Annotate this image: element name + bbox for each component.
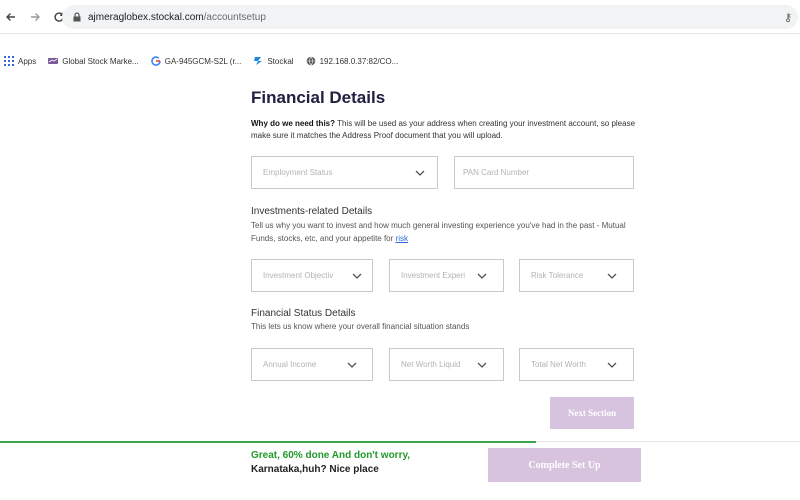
globe-icon [306,56,315,66]
why-heading: Why do we need this? [251,119,336,128]
risk-tolerance-select[interactable]: Risk Tolerance [519,259,634,292]
bookmark-label: 192.168.0.37:82/CO... [319,56,399,66]
arrow-right-icon [31,12,40,21]
financial-status-section-title: Financial Status Details [251,308,356,319]
financial-status-section-subtitle: This lets us know where your overall fin… [251,322,470,331]
chevron-down-icon [347,362,357,368]
complete-setup-button[interactable]: Complete Set Up [488,448,641,482]
pan-card-placeholder: PAN Card Number [463,168,530,177]
browser-toolbar: ajmeraglobex.stockal.com/accountsetup ⚷ [0,0,800,34]
arrow-left-icon [6,12,15,21]
chevron-down-icon [477,362,487,368]
employment-status-select[interactable]: Employment Status [251,156,438,189]
bookmark-label: Apps [18,56,37,66]
bookmark-label: Global Stock Marke... [62,56,139,66]
net-worth-liquid-label: Net Worth Liquid [401,360,461,369]
bookmark-label: GA-945GCM-S2L (r... [164,56,242,66]
pan-card-input[interactable]: PAN Card Number [454,156,634,189]
chevron-down-icon [477,273,487,279]
google-icon [150,56,161,66]
bookmark-apps[interactable]: Apps [4,56,36,66]
employment-status-label: Employment Status [263,168,333,177]
bookmark-ga[interactable]: GA-945GCM-S2L (r... [150,56,242,66]
globe-stock-icon [48,58,59,64]
annual-income-select[interactable]: Annual Income [251,348,373,381]
investment-objective-label: Investment Objectiv [263,271,334,280]
page-title: Financial Details [251,88,386,107]
forward-button[interactable] [24,6,46,28]
url-path: /accountsetup [203,11,266,23]
bookmarks-bar: Apps Global Stock Marke... GA-945GCM-S2L… [0,50,800,72]
bookmark-local-ip[interactable]: 192.168.0.37:82/CO... [306,56,399,66]
progress-message-line2: Karnataka,huh? Nice place [251,464,379,475]
chevron-down-icon [415,170,425,176]
bookmark-label: Stockal [267,56,294,66]
total-net-worth-label: Total Net Worth [531,360,586,369]
why-description: Why do we need this? This will be used a… [251,118,636,142]
bookmark-stockal[interactable]: Stockal [253,56,294,66]
net-worth-liquid-select[interactable]: Net Worth Liquid [389,348,504,381]
investments-section-subtitle: Tell us why you want to invest and how m… [251,219,626,245]
key-icon[interactable]: ⚷ [784,11,792,24]
address-bar[interactable]: ajmeraglobex.stockal.com/accountsetup ⚷ [62,5,798,29]
total-net-worth-select[interactable]: Total Net Worth [519,348,634,381]
chevron-down-icon [607,362,617,368]
url-host: ajmeraglobex.stockal.com [88,11,204,23]
lock-icon [73,12,81,22]
progress-message: Great, 60% done And don't worry, Karnata… [251,449,410,477]
financial-details-form: Financial Details Why do we need this? T… [251,88,636,142]
investment-objective-select[interactable]: Investment Objectiv [251,259,373,292]
chevron-down-icon [607,273,617,279]
apps-grid-icon [4,56,14,66]
annual-income-label: Annual Income [263,360,317,369]
investment-experience-select[interactable]: Investment Experi [389,259,504,292]
stockal-icon [254,57,263,65]
investments-subtitle-text: Tell us why you want to invest and how m… [251,221,626,243]
next-section-button[interactable]: Next Section [550,397,634,429]
back-button[interactable] [0,6,22,28]
chevron-down-icon [352,273,362,279]
investments-section-title: Investments-related Details [251,206,373,217]
progress-bar [0,441,536,443]
progress-message-line1: Great, 60% done And don't worry, [251,450,411,461]
risk-link[interactable]: risk [396,234,408,243]
bookmark-global-stock[interactable]: Global Stock Marke... [48,56,139,66]
investment-experience-label: Investment Experi [401,271,466,280]
risk-tolerance-label: Risk Tolerance [531,271,584,280]
